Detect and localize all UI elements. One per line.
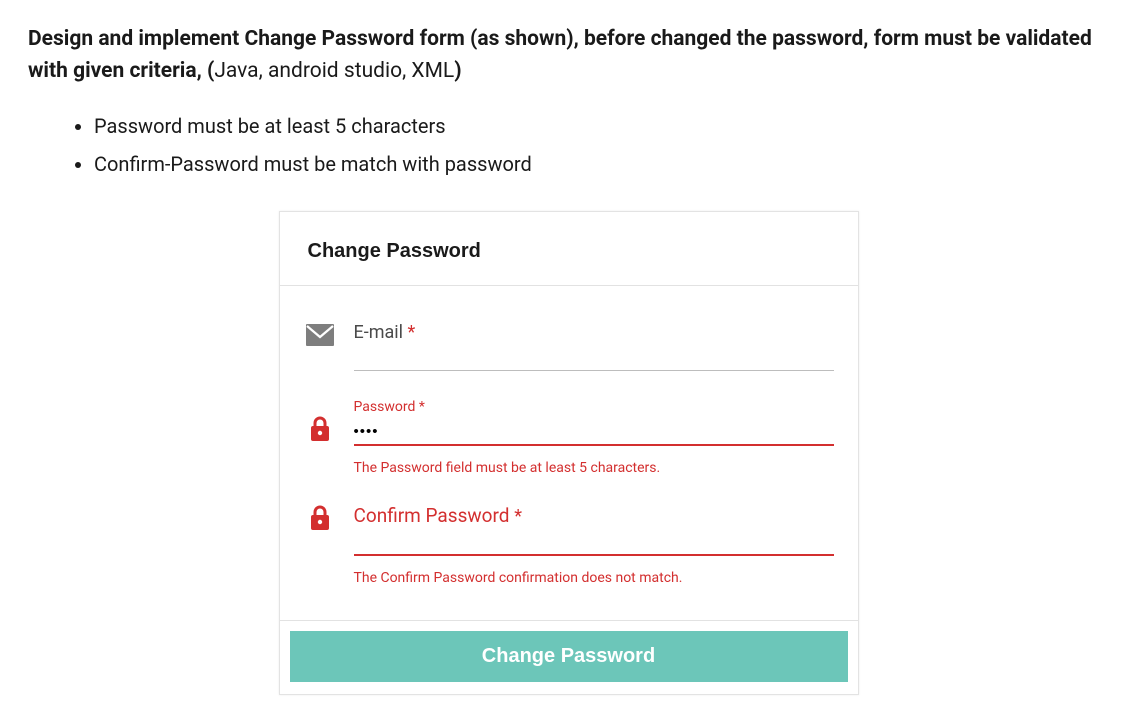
password-field-block: Password * The Password field must be at… [354,399,834,476]
email-field-block: E-mail * [354,322,834,371]
confirm-password-label: Confirm Password * [354,504,834,531]
criteria-item: Password must be at least 5 characters [94,107,1109,145]
confirm-password-error-text: The Confirm Password confirmation does n… [354,570,834,586]
password-field-row: Password * The Password field must be at… [304,399,834,476]
email-field-row: E-mail * [304,322,834,371]
confirm-password-field-block: Confirm Password * The Confirm Password … [354,504,834,586]
lock-icon [304,504,336,532]
email-label: E-mail * [354,322,834,347]
page-title: Design and implement Change Password for… [28,24,1109,87]
form-title: Change Password [308,240,830,263]
change-password-form-card: Change Password E-mail * [279,211,859,695]
mail-icon [304,322,336,346]
button-row: Change Password [280,621,858,694]
criteria-item: Confirm-Password must be match with pass… [94,145,1109,183]
password-input[interactable] [354,421,834,446]
title-plain-part: Java, android studio, XML [214,59,454,83]
confirm-password-field-row: Confirm Password * The Confirm Password … [304,504,834,586]
lock-icon [304,399,336,443]
password-label: Password * [354,399,834,419]
title-bold-part-2: ) [454,59,461,83]
change-password-button[interactable]: Change Password [290,631,848,682]
criteria-list: Password must be at least 5 characters C… [94,107,1109,183]
required-asterisk: * [419,399,425,415]
form-header: Change Password [280,212,858,286]
email-input[interactable] [354,347,834,371]
form-body: E-mail * Password * Th [280,286,858,612]
title-bold-part-1: Design and implement Change Password for… [28,27,1092,83]
required-asterisk: * [514,506,522,527]
password-error-text: The Password field must be at least 5 ch… [354,460,834,476]
confirm-password-input[interactable] [354,531,834,556]
required-asterisk: * [408,322,416,343]
